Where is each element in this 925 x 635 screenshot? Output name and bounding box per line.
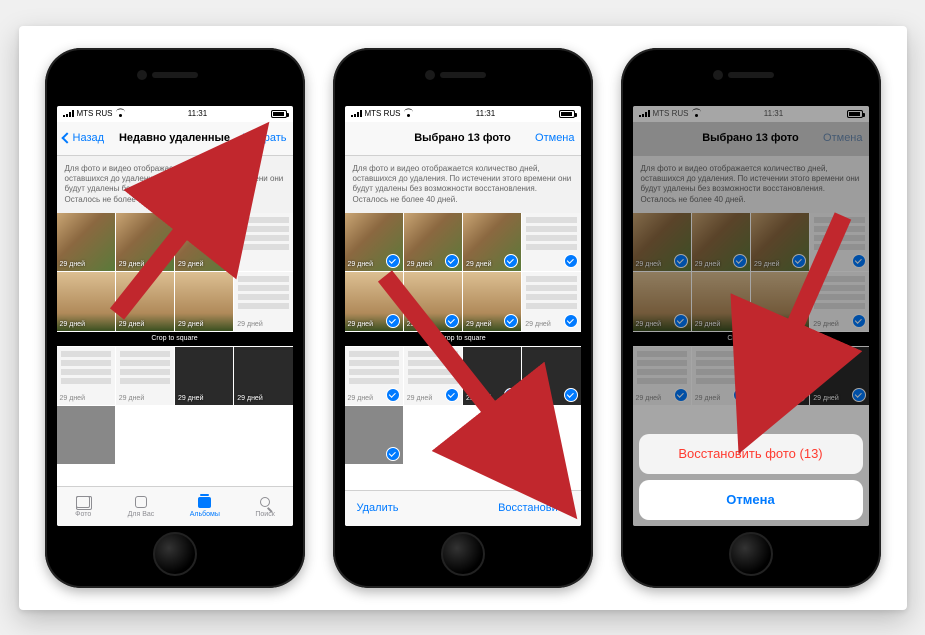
tab-albums[interactable]: Альбомы (190, 494, 220, 518)
photo-thumb[interactable]: 29 дней (404, 213, 462, 271)
photo-thumb[interactable]: 29 дней (175, 213, 233, 271)
carrier-label: MTS RUS (365, 109, 401, 118)
clock: 11:31 (188, 109, 207, 118)
front-camera (137, 70, 147, 80)
restore-photos-button[interactable]: Восстановить фото (13) (639, 434, 863, 474)
screen-1: MTS RUS 11:31 Назад Недавно удаленные Вы… (57, 106, 293, 526)
crop-caption: Crop to square (57, 332, 293, 346)
photo-thumb[interactable]: 29 дней (463, 272, 521, 330)
photo-thumb[interactable] (345, 406, 403, 464)
wifi-icon (116, 110, 125, 117)
photo-thumb[interactable]: 29 дней (345, 213, 403, 271)
carrier-label: MTS RUS (77, 109, 113, 118)
check-icon (445, 254, 459, 268)
check-icon (445, 388, 459, 402)
select-button[interactable]: Выбрать (237, 132, 287, 144)
photo-thumb[interactable]: 29 дней (175, 272, 233, 330)
photo-thumb[interactable] (522, 213, 580, 271)
photo-grid: 29 дней 29 дней 29 дней 29 дней 29 дней … (57, 213, 293, 464)
foryou-icon (132, 494, 150, 510)
description-text: Для фото и видео отображается количество… (345, 156, 581, 214)
wifi-icon (404, 110, 413, 117)
check-icon (504, 388, 518, 402)
photo-grid: 29 дней 29 дней 29 дней 29 дней 29 дней … (345, 213, 581, 464)
cancel-button[interactable]: Отмена (525, 132, 575, 144)
phone-mockup-1: MTS RUS 11:31 Назад Недавно удаленные Вы… (45, 48, 305, 588)
photo-thumb[interactable]: 29 дней (57, 272, 115, 330)
home-button[interactable] (153, 532, 197, 576)
check-icon (386, 254, 400, 268)
photo-thumb[interactable]: 29 дней (116, 347, 174, 405)
action-sheet: Восстановить фото (13) Отмена (639, 434, 863, 520)
tab-photos[interactable]: Фото (74, 494, 92, 518)
photo-thumb[interactable]: 29 дней (116, 272, 174, 330)
crop-caption: Crop to square (345, 332, 581, 346)
tab-bar: Фото Для Вас Альбомы Поиск (57, 486, 293, 526)
chevron-left-icon (61, 132, 72, 143)
page-title: Недавно удаленные (113, 132, 237, 144)
status-bar: MTS RUS 11:31 (57, 106, 293, 122)
photo-thumb[interactable] (57, 406, 115, 464)
home-button[interactable] (441, 532, 485, 576)
photo-thumb[interactable]: 29 дней (463, 347, 521, 405)
check-icon (445, 314, 459, 328)
phone-mockup-3: MTS RUS 11:31 Выбрано 13 фото Отмена Для… (621, 48, 881, 588)
screen-3: MTS RUS 11:31 Выбрано 13 фото Отмена Для… (633, 106, 869, 526)
description-text: Для фото и видео отображается количество… (57, 156, 293, 214)
screen-2: MTS RUS 11:31 Выбрано 13 фото Отмена Для… (345, 106, 581, 526)
home-button[interactable] (729, 532, 773, 576)
signal-icon (351, 110, 362, 117)
photo-thumb[interactable]: 29 дней (175, 347, 233, 405)
phone-mockup-2: MTS RUS 11:31 Выбрано 13 фото Отмена Для… (333, 48, 593, 588)
check-icon (386, 388, 400, 402)
earpiece (728, 72, 774, 78)
delete-button[interactable]: Удалить (357, 502, 399, 514)
front-camera (425, 70, 435, 80)
page-title: Выбрано 13 фото (401, 132, 525, 144)
photo-thumb[interactable]: 29 дней (463, 213, 521, 271)
earpiece (440, 72, 486, 78)
check-icon (504, 254, 518, 268)
search-icon (256, 494, 274, 510)
tutorial-frame: MTS RUS 11:31 Назад Недавно удаленные Вы… (19, 26, 907, 610)
photo-thumb[interactable]: 29 дней (234, 347, 292, 405)
check-icon (504, 314, 518, 328)
restore-button[interactable]: Восстановить (498, 502, 568, 514)
photo-thumb[interactable]: 29 дней (345, 347, 403, 405)
clock: 11:31 (476, 109, 495, 118)
photo-thumb[interactable]: 29 дней (404, 272, 462, 330)
albums-icon (196, 494, 214, 510)
battery-icon (271, 110, 287, 118)
status-bar: MTS RUS 11:31 (345, 106, 581, 122)
photo-thumb[interactable]: 29 дней (234, 272, 292, 330)
action-sheet-cancel-button[interactable]: Отмена (639, 480, 863, 520)
photo-thumb[interactable] (234, 213, 292, 271)
back-label: Назад (73, 132, 105, 144)
bottom-toolbar: Удалить Восстановить (345, 490, 581, 526)
earpiece (152, 72, 198, 78)
photo-thumb[interactable]: 29 дней (404, 347, 462, 405)
photo-thumb[interactable]: 29 дней (522, 347, 580, 405)
photo-thumb[interactable]: 29 дней (57, 347, 115, 405)
tab-search[interactable]: Поиск (255, 494, 274, 518)
photo-thumb[interactable]: 29 дней (116, 213, 174, 271)
photo-thumb[interactable]: 29 дней (345, 272, 403, 330)
action-sheet-group: Восстановить фото (13) (639, 434, 863, 474)
signal-icon (63, 110, 74, 117)
photo-thumb[interactable]: 29 дней (57, 213, 115, 271)
check-icon (386, 314, 400, 328)
front-camera (713, 70, 723, 80)
check-icon (564, 314, 578, 328)
check-icon (386, 447, 400, 461)
photos-icon (74, 494, 92, 510)
tab-foryou[interactable]: Для Вас (128, 494, 155, 518)
check-icon (564, 254, 578, 268)
nav-bar: Выбрано 13 фото Отмена (345, 122, 581, 156)
photo-thumb[interactable]: 29 дней (522, 272, 580, 330)
back-button[interactable]: Назад (63, 132, 113, 144)
battery-icon (559, 110, 575, 118)
check-icon (564, 388, 578, 402)
nav-bar: Назад Недавно удаленные Выбрать (57, 122, 293, 156)
